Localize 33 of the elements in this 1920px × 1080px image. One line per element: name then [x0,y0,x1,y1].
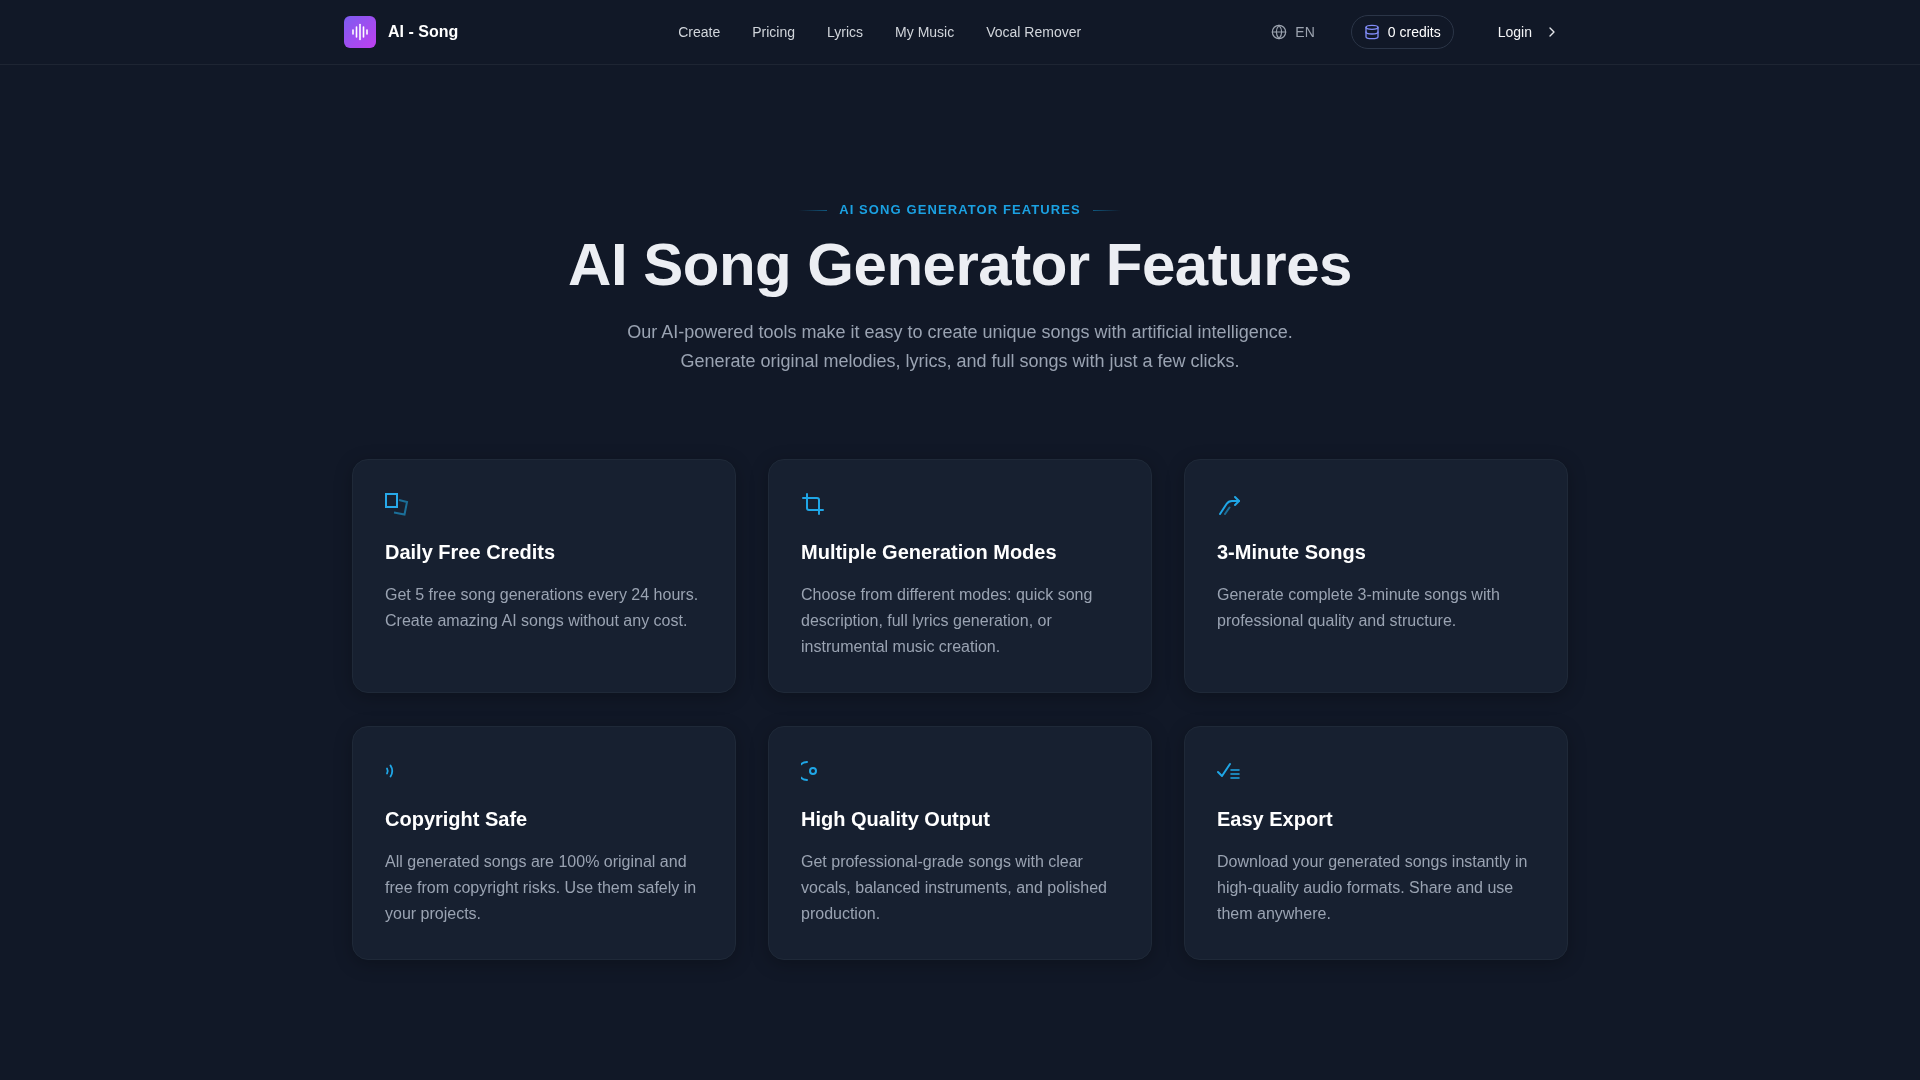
squares-icon [385,492,409,516]
curved-arrow-icon [1217,493,1241,515]
nav-link[interactable]: Vocal Remover [986,24,1082,40]
card-description: Generate complete 3-minute songs with professional quality and structure. [1217,585,1501,631]
card-title: Daily Free Credits [385,540,557,565]
section-subtitle: Our AI-powered tools make it easy to create unique songs with artificial intelligence. Generate original melodies, lyrics, and full songs with just a few clicks. [627,321,1293,373]
checklist-icon [1217,761,1241,781]
section-eyebrow: AI SONG GENERATOR FEATURES [839,201,1081,219]
crop-icon [801,492,825,516]
login-button[interactable]: Login [1481,18,1576,46]
card-title: Copyright Safe [385,807,529,832]
nav-link[interactable]: Lyrics [827,24,864,40]
credits-button[interactable]: 0 credits [1350,15,1454,49]
section-title: AI Song Generator Features [568,232,1352,298]
language-button[interactable]: EN [1263,18,1323,46]
nav-link[interactable]: Create [678,24,721,40]
card-title: Multiple Generation Modes [801,540,1058,565]
globe-icon [1271,24,1288,40]
card-description: Download your generated songs instantly in high-quality audio formats. Share and use them anywhere. [1217,852,1529,924]
card-description: All generated songs are 100% original and free from copyright risks. Use them safely in your projects. [385,852,698,924]
card-title: Easy Export [1217,807,1334,832]
card-description: Get professional-grade songs with clear vocals, balanced instruments, and polished production. [801,852,1108,924]
logo-text[interactable]: AI - Song [388,23,459,41]
card-title: High Quality Output [801,807,991,832]
card-description: Get 5 free song generations every 24 hours. Create amazing AI songs without any cost. [385,585,700,631]
ring-icon [801,760,819,782]
logo-icon[interactable] [344,16,376,48]
database-icon [1363,24,1380,40]
card-title: 3-Minute Songs [1217,540,1367,565]
card-description: Choose from different modes: quick song description, full lyrics generation, or instrumental music creation. [801,585,1094,657]
nav-link[interactable]: My Music [895,24,955,40]
nav-link[interactable]: Pricing [752,24,796,40]
sound-waves-icon [385,764,395,778]
